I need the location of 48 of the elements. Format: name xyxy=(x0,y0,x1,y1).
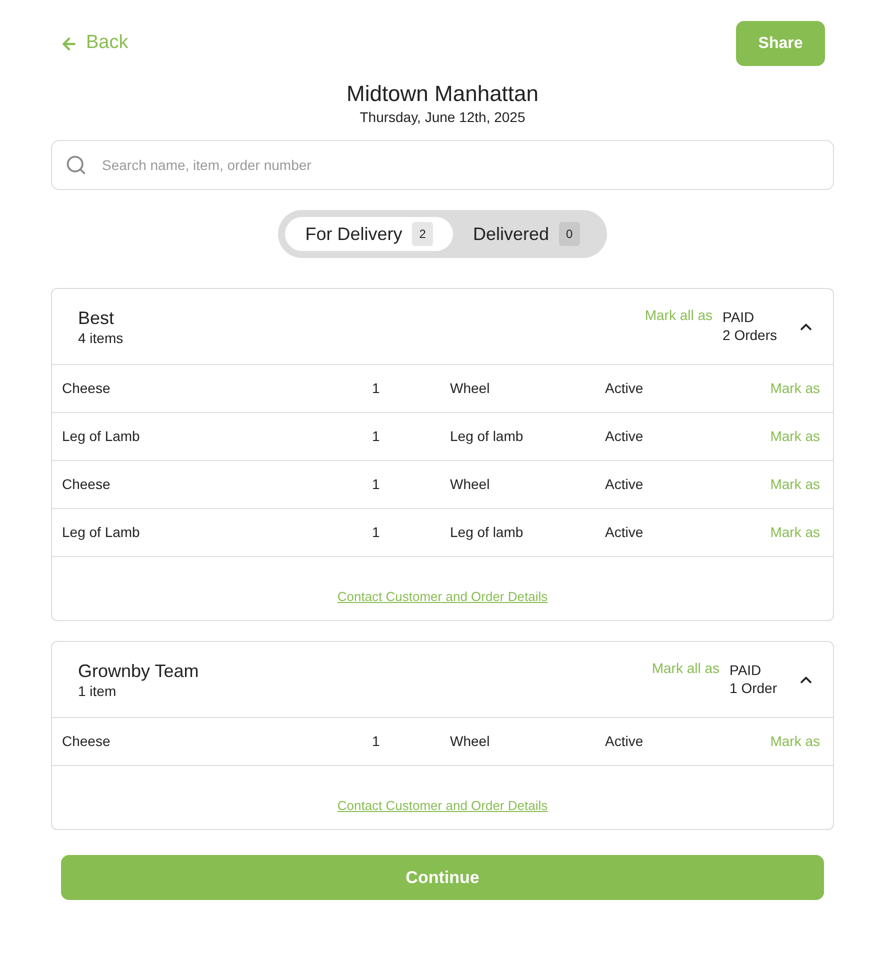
contact-details-link[interactable]: Contact Customer and Order Details xyxy=(337,796,548,815)
mark-as-link[interactable]: Mark as xyxy=(770,474,820,495)
item-count: 4 items xyxy=(78,328,124,346)
continue-button[interactable]: Continue xyxy=(61,855,824,900)
quantity: 1 xyxy=(372,732,381,751)
product-name: Leg of Lamb xyxy=(62,523,141,542)
count-badge: 0 xyxy=(559,222,580,246)
order-count: 2 Orders xyxy=(722,326,777,344)
unit: Wheel xyxy=(450,732,491,751)
quantity: 1 xyxy=(372,475,381,494)
mark-as-link[interactable]: Mark as xyxy=(770,731,820,752)
unit: Leg of lamb xyxy=(450,523,524,542)
payment-status: PAID xyxy=(722,308,756,326)
product-name: Leg of Lamb xyxy=(62,427,141,446)
contact-details-link[interactable]: Contact Customer and Order Details xyxy=(337,586,548,606)
status: Active xyxy=(605,427,644,446)
quantity: 1 xyxy=(372,523,381,542)
unit: Wheel xyxy=(450,379,491,398)
back-button[interactable]: Back xyxy=(60,29,128,58)
unit: Wheel xyxy=(450,475,491,494)
item-count: 1 item xyxy=(78,682,118,700)
tab[interactable]: For Delivery 2 xyxy=(285,217,453,251)
quantity: 1 xyxy=(372,379,381,398)
mark-as-link[interactable]: Mark as xyxy=(770,426,820,447)
mark-as-link[interactable]: Mark as xyxy=(770,522,820,543)
status: Active xyxy=(605,523,644,542)
payment-status: PAID xyxy=(730,660,762,678)
product-name: Cheese xyxy=(62,379,112,398)
product-name: Cheese xyxy=(62,475,112,494)
order-count: 1 Order xyxy=(730,678,777,696)
mark-as-link[interactable]: Mark as xyxy=(770,378,820,399)
product-name: Cheese xyxy=(62,732,112,751)
page-title: Midtown Manhattan xyxy=(346,80,540,108)
quantity: 1 xyxy=(372,427,381,446)
status: Active xyxy=(605,732,644,751)
tab[interactable]: Delivered 0 xyxy=(452,217,600,251)
mark-all-link[interactable]: Mark all as xyxy=(644,305,713,326)
share-button[interactable]: Share xyxy=(736,21,825,66)
count-badge: 2 xyxy=(412,222,433,246)
page-date: Thursday, June 12th, 2025 xyxy=(358,108,526,126)
search-field[interactable]: Search name, item, order number xyxy=(51,140,834,190)
search-icon xyxy=(65,154,87,176)
customer-name: Grownby Team xyxy=(78,660,200,682)
unit: Leg of lamb xyxy=(450,427,524,446)
status: Active xyxy=(605,379,644,398)
customer-name: Best xyxy=(78,306,116,328)
mark-all-link[interactable]: Mark all as xyxy=(652,658,720,679)
status: Active xyxy=(605,475,644,494)
